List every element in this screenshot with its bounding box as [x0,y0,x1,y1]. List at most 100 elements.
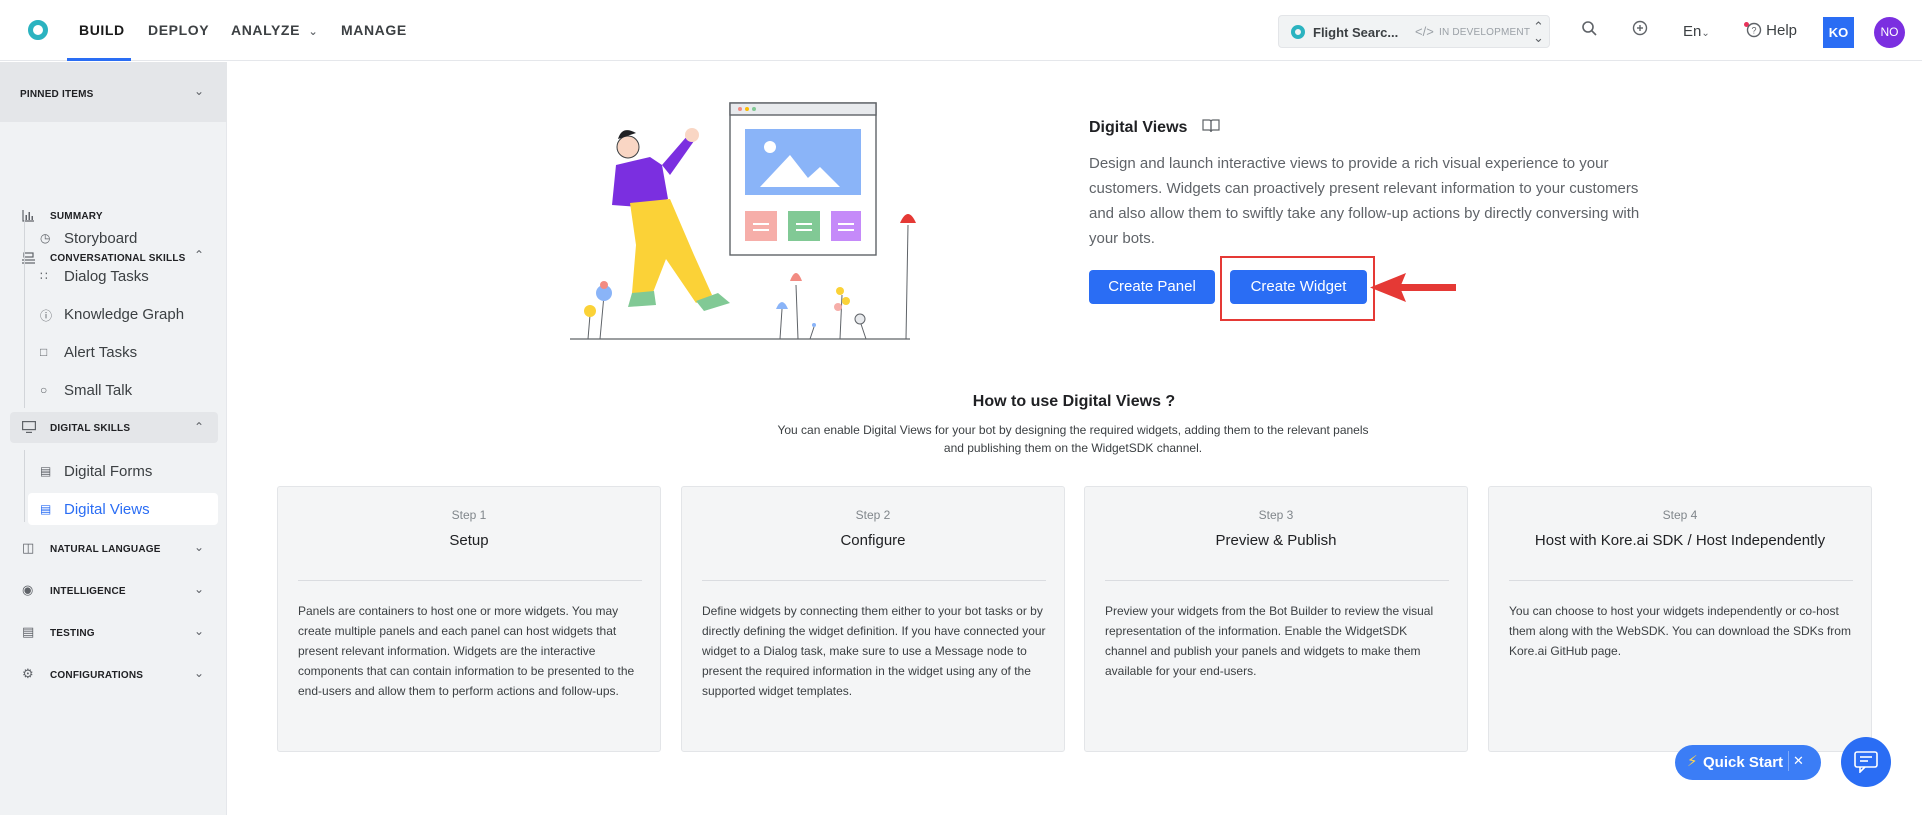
chat-launcher-button[interactable] [1841,737,1891,787]
page-description: Design and launch interactive views to p… [1089,155,1640,247]
divider [298,580,642,581]
add-circle-icon[interactable] [1632,20,1648,41]
nav-analyze-label: ANALYZE [231,22,301,38]
divider [702,580,1046,581]
sidebar-item-configurations[interactable]: ⚙ CONFIGURATIONS ⌄ [0,666,227,696]
language-selector[interactable]: En⌄ [1683,23,1710,40]
svg-text:?: ? [1751,26,1756,36]
annotation-arrow-icon [1370,273,1456,302]
chevron-down-icon: ⌄ [194,624,205,638]
storyboard-icon: ◷ [40,231,51,245]
natural-language-label: NATURAL LANGUAGE [50,544,161,555]
page-title: Digital Views [1089,119,1188,136]
nav-build[interactable]: BUILD [79,22,125,38]
submenu-rail [24,450,25,522]
chevron-down-icon: ⌄ [194,84,205,98]
step-description: Define widgets by connecting them either… [702,604,1046,698]
step-number: Step 4 [1662,508,1698,522]
step-card: Step 2 Configure Define widgets by conne… [681,486,1065,752]
divider [1509,580,1853,581]
sidebar-item-digital-views[interactable]: ▤ Digital Views [28,493,218,525]
sidebar-item-testing[interactable]: ▤ TESTING ⌄ [0,624,227,654]
step-title: Host with Kore.ai SDK / Host Independent… [1534,532,1826,549]
pinned-items-label: PINNED ITEMS [20,89,94,100]
knowledge-graph-label: Knowledge Graph [64,306,185,323]
step-card: Step 3 Preview & Publish Preview your wi… [1084,486,1468,752]
digital-views-illustration [570,102,916,340]
chevron-up-icon: ⌃ [194,420,205,434]
dialog-tasks-label: Dialog Tasks [64,268,149,285]
create-panel-button[interactable]: Create Panel [1089,270,1215,304]
highlight-annotation [1220,256,1375,321]
lightbulb-icon: ◉ [22,582,34,597]
step-number: Step 1 [451,508,487,522]
help-label: Help [1766,22,1798,39]
digital-forms-label: Digital Forms [64,463,153,480]
digital-skills-label: DIGITAL SKILLS [50,423,131,434]
top-navigation: BUILD DEPLOY ANALYZE ⌄ MANAGE Flight Sea… [0,0,1922,61]
sidebar-item-summary[interactable]: SUMMARY [0,146,227,222]
bot-name: Flight Searc... [1313,25,1399,40]
knowledge-graph-icon: ⓘ [40,309,53,323]
quick-start-button[interactable]: ⚡ Quick Start ✕ [1675,745,1821,780]
view-icon: ▤ [40,502,52,516]
step-card: Step 1 Setup Panels are containers to ho… [277,486,661,752]
chevron-down-icon: ⌄ [308,26,319,38]
dialog-tasks-icon: ∷ [40,269,48,283]
alert-tasks-label: Alert Tasks [64,344,138,361]
sidebar: PINNED ITEMS ⌄ SUMMARY CONVERSATIONAL SK… [0,62,227,815]
chevron-down-icon: ⌄ [194,582,205,596]
step-description: You can choose to host your widgets inde… [1509,604,1851,658]
alert-icon: □ [40,345,48,359]
pinned-items-section[interactable]: PINNED ITEMS ⌄ [0,62,227,122]
sidebar-item-intelligence[interactable]: ◉ INTELLIGENCE ⌄ [0,582,227,612]
chevron-down-icon: ⌄ [194,540,205,554]
sidebar-item-dialog-tasks[interactable]: ∷ Dialog Tasks [28,260,218,292]
chevron-down-icon: ⌄ [1701,28,1710,39]
nav-manage[interactable]: MANAGE [341,22,407,38]
help-icon: ? [1746,22,1766,39]
divider [1105,580,1449,581]
sidebar-item-storyboard[interactable]: ◷ Storyboard [28,222,218,254]
step-title: Configure [840,532,906,549]
code-icon: </> [1415,24,1434,39]
digital-views-label: Digital Views [64,501,150,518]
step-number: Step 3 [1258,508,1294,522]
monitor-icon [22,420,37,438]
chat-bubble-icon: ◫ [22,540,35,555]
bolt-icon: ⚡ [1687,753,1698,770]
how-to-subtitle: You can enable Digital Views for your bo… [777,423,1369,455]
help-button[interactable]: ? Help [1746,22,1797,39]
configurations-label: CONFIGURATIONS [50,670,144,681]
sidebar-item-natural-language[interactable]: ◫ NATURAL LANGUAGE ⌄ [0,540,227,570]
sidebar-item-digital-skills[interactable]: DIGITAL SKILLS ⌃ [10,412,218,443]
user-avatar[interactable]: NO [1874,17,1905,48]
chat-icon [1854,751,1878,773]
chevron-down-icon: ⌄ [194,666,205,680]
book-icon[interactable] [1202,119,1220,136]
sort-arrows-icon: ⌃ ⌄ [1533,19,1544,45]
step-number: Step 2 [855,508,891,522]
intelligence-label: INTELLIGENCE [50,586,126,597]
bot-selector[interactable]: Flight Searc... </> IN DEVELOPMENT ⌃ ⌄ [1278,15,1550,48]
how-to-title: How to use Digital Views ? [972,393,1176,410]
gear-icon: ⚙ [22,666,34,681]
nav-deploy[interactable]: DEPLOY [148,22,209,38]
sidebar-item-alert-tasks[interactable]: □ Alert Tasks [28,336,218,368]
step-card: Step 4 Host with Kore.ai SDK / Host Inde… [1488,486,1872,752]
sidebar-item-conversational-skills[interactable]: CONVERSATIONAL SKILLS ⌃ [0,186,227,264]
workspace-avatar[interactable]: KO [1823,17,1854,48]
step-description: Panels are containers to host one or mor… [298,604,635,698]
search-icon[interactable] [1581,20,1597,41]
quick-start-label: Quick Start [1703,754,1784,771]
close-icon[interactable]: ✕ [1788,751,1804,771]
form-icon: ▤ [40,464,52,478]
step-title: Setup [449,532,489,549]
kore-logo-icon[interactable] [28,20,48,40]
nav-analyze[interactable]: ANALYZE ⌄ [231,22,318,38]
bot-status: IN DEVELOPMENT [1439,27,1531,38]
storyboard-label: Storyboard [64,230,138,247]
sidebar-item-digital-forms[interactable]: ▤ Digital Forms [28,455,218,487]
sidebar-item-knowledge-graph[interactable]: ⓘ Knowledge Graph [28,298,218,330]
language-label: En [1683,23,1702,40]
